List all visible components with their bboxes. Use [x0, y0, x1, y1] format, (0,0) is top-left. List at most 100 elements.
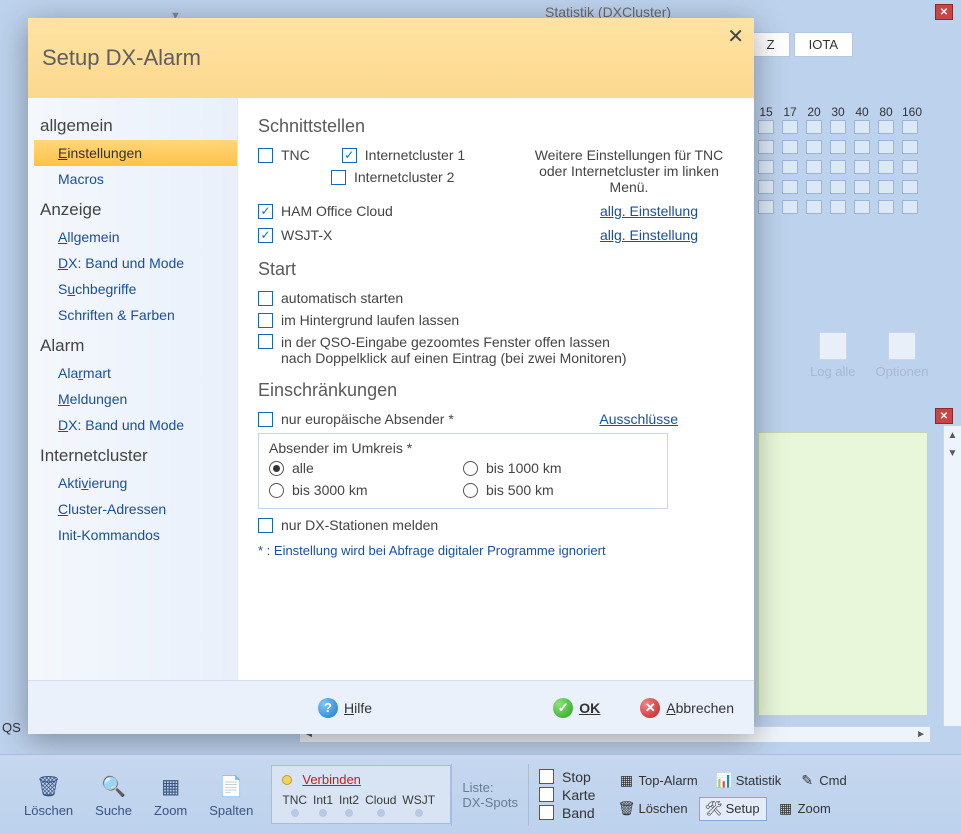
tools-icon: 🛠 — [706, 801, 722, 817]
toolbar-suche[interactable]: 🔍Suche — [95, 771, 132, 818]
radio-1000km[interactable] — [463, 461, 478, 476]
chart-icon: 📊 — [716, 773, 732, 789]
help-button[interactable]: ? Hilfe — [318, 698, 372, 718]
checkbox-stop[interactable] — [539, 769, 554, 784]
conn-int1[interactable]: Int1 — [313, 793, 333, 817]
toolbar-statistik[interactable]: 📊Statistik — [709, 769, 789, 793]
checkbox-hintergrund[interactable] — [258, 313, 273, 328]
table-icon: ▦ — [156, 771, 186, 801]
cancel-icon: ✕ — [640, 698, 660, 718]
sidebar-item-macros[interactable]: Macros — [34, 166, 237, 192]
check-icon: ✓ — [553, 698, 573, 718]
label-nur-dx: nur DX-Stationen melden — [281, 517, 438, 533]
grid-icon — [819, 332, 847, 360]
sidebar-item-allgemein[interactable]: Allgemein — [34, 224, 237, 250]
band-header: 151720304080160 — [758, 105, 918, 119]
sidebar-item-einstellungen[interactable]: Einstellungen — [34, 140, 237, 166]
sidebar-section-allgemein: allgemein — [40, 116, 237, 136]
radio-alle[interactable] — [269, 461, 284, 476]
dialog-title: Setup DX-Alarm — [42, 45, 201, 71]
conn-wsjt[interactable]: WSJT — [402, 793, 435, 817]
heading-einschraenkungen: Einschränkungen — [258, 380, 734, 401]
dialog-close-button[interactable]: ✕ — [727, 24, 744, 49]
bg-tab-iota[interactable]: IOTA — [794, 32, 853, 57]
label-tnc: TNC — [281, 147, 310, 163]
sidebar-item-aktivierung[interactable]: Aktivierung — [34, 470, 237, 496]
dialog-content: Schnittstellen TNC Internetcluster 1 Int… — [238, 98, 754, 680]
sidebar-item-dx-band-mode-2[interactable]: DX: Band und Mode — [34, 412, 237, 438]
help-icon: ? — [318, 698, 338, 718]
close-icon[interactable]: ✕ — [935, 408, 953, 424]
optionen-button[interactable]: Optionen — [876, 332, 929, 379]
toolbar-zoom[interactable]: ▦Zoom — [154, 771, 187, 818]
sidebar-section-internetcluster: Internetcluster — [40, 446, 237, 466]
radio-500km[interactable] — [463, 483, 478, 498]
vertical-scrollbar[interactable]: ▲▼ — [943, 426, 961, 726]
toolbar-zoom2[interactable]: ▦Zoom — [771, 797, 838, 821]
toolbar-top-alarm[interactable]: ▦Top-Alarm — [611, 769, 704, 793]
trash-icon: 🗑 — [34, 771, 64, 801]
checkbox-karte[interactable] — [539, 787, 554, 802]
label-autostart: automatisch starten — [281, 290, 403, 306]
toolbar-loeschen[interactable]: 🗑Löschen — [24, 771, 73, 818]
footnote-text: * : Einstellung wird bei Abfrage digital… — [258, 543, 734, 558]
verbinden-link[interactable]: Verbinden — [302, 772, 361, 787]
checkbox-band[interactable] — [539, 805, 554, 820]
heading-schnittstellen: Schnittstellen — [258, 116, 734, 137]
bg-tab-z[interactable]: Z — [752, 32, 790, 57]
heading-start: Start — [258, 259, 734, 280]
checkbox-tnc[interactable] — [258, 148, 273, 163]
fieldset-umkreis: Absender im Umkreis * alle bis 1000 km b… — [258, 433, 668, 509]
dialog-footer: ? Hilfe ✓ OK ✕ Abbrechen — [28, 680, 754, 734]
tools-icon — [888, 332, 916, 360]
toolbar-cmd[interactable]: ✎Cmd — [792, 769, 853, 793]
label-int2: Internetcluster 2 — [354, 169, 454, 185]
sidebar-section-alarm: Alarm — [40, 336, 237, 356]
setup-dx-alarm-dialog: Setup DX-Alarm ✕ allgemein Einstellungen… — [28, 18, 754, 734]
connection-panel: Verbinden TNC Int1 Int2 Cloud WSJT — [271, 765, 451, 824]
table-icon: ▦ — [778, 801, 794, 817]
checkbox-eur-absender[interactable] — [258, 412, 273, 427]
sidebar-item-suchbegriffe[interactable]: Suchbegriffe — [34, 276, 237, 302]
close-icon[interactable]: ✕ — [935, 4, 953, 20]
link-allg-einstellung-cloud[interactable]: allg. Einstellung — [478, 203, 698, 219]
sidebar-item-schriften-farben[interactable]: Schriften & Farben — [34, 302, 237, 328]
link-allg-einstellung-wsjt[interactable]: allg. Einstellung — [478, 227, 698, 243]
cancel-button[interactable]: ✕ Abbrechen — [640, 698, 734, 718]
sidebar-section-anzeige: Anzeige — [40, 200, 237, 220]
checkbox-autostart[interactable] — [258, 291, 273, 306]
toolbar-spalten[interactable]: 📄Spalten — [209, 771, 253, 818]
sidebar-item-init-kommandos[interactable]: Init-Kommandos — [34, 522, 237, 548]
checkbox-internetcluster2[interactable] — [331, 170, 346, 185]
ok-button[interactable]: ✓ OK — [553, 698, 600, 718]
sidebar-item-meldungen[interactable]: Meldungen — [34, 386, 237, 412]
search-icon: 🔍 — [99, 771, 129, 801]
conn-int2[interactable]: Int2 — [339, 793, 359, 817]
checkbox-qso-zoom[interactable] — [258, 334, 273, 349]
columns-icon: 📄 — [216, 771, 246, 801]
radio-3000km[interactable] — [269, 483, 284, 498]
band-grid — [758, 120, 918, 214]
label-qso-zoom: in der QSO-Eingabe gezoomtes Fenster off… — [281, 334, 627, 366]
preview-pane — [758, 432, 928, 716]
checkbox-internetcluster1[interactable] — [342, 148, 357, 163]
log-alle-button[interactable]: Log alle — [810, 332, 856, 379]
checkbox-wsjt-x[interactable] — [258, 228, 273, 243]
dialog-sidebar: allgemein Einstellungen Macros Anzeige A… — [28, 98, 238, 680]
label-hintergrund: im Hintergrund laufen lassen — [281, 312, 459, 328]
label-eur-absender: nur europäische Absender * — [281, 411, 454, 427]
bottom-toolbar: 🗑Löschen 🔍Suche ▦Zoom 📄Spalten Verbinden… — [0, 754, 961, 834]
sidebar-item-alarmart[interactable]: Alarmart — [34, 360, 237, 386]
status-led-icon — [282, 775, 292, 785]
checkbox-nur-dx[interactable] — [258, 518, 273, 533]
sidebar-item-dx-band-mode[interactable]: DX: Band und Mode — [34, 250, 237, 276]
toolbar-loeschen2[interactable]: 🗑Löschen — [611, 797, 694, 821]
sidebar-item-cluster-adressen[interactable]: Cluster-Adressen — [34, 496, 237, 522]
label-hamcloud: HAM Office Cloud — [281, 203, 393, 219]
toolbar-setup[interactable]: 🛠Setup — [699, 797, 767, 821]
conn-tnc[interactable]: TNC — [282, 793, 307, 817]
checkbox-ham-office-cloud[interactable] — [258, 204, 273, 219]
conn-cloud[interactable]: Cloud — [365, 793, 396, 817]
link-ausschluesse[interactable]: Ausschlüsse — [599, 411, 678, 427]
fieldset-legend: Absender im Umkreis * — [269, 440, 657, 456]
